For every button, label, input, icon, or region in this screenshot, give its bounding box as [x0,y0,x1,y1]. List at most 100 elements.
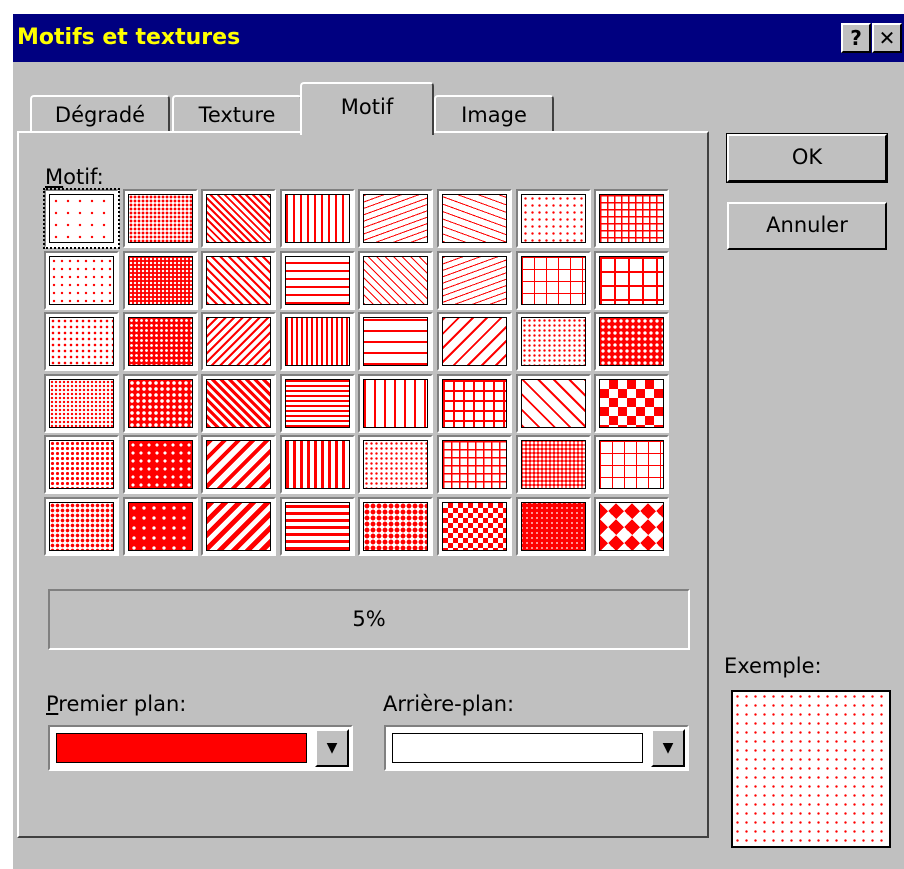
pattern-swatch[interactable] [201,373,277,433]
pattern-swatch[interactable] [44,497,119,556]
pattern-swatch[interactable] [358,435,434,495]
cancel-button[interactable]: Annuler [727,202,887,250]
help-button[interactable]: ? [841,23,871,53]
pattern-swatch-fill [599,440,665,490]
pattern-swatch-fill [284,378,350,428]
pattern-swatch[interactable] [122,497,198,556]
pattern-swatch[interactable] [594,435,670,495]
pattern-swatch[interactable] [437,435,512,495]
pattern-swatch-fill [284,194,350,243]
pattern-swatch-fill [284,502,350,551]
chevron-down-icon[interactable]: ▼ [651,729,685,767]
pattern-swatch[interactable] [594,312,670,372]
pattern-swatch-fill [599,194,665,243]
pattern-swatch[interactable] [279,250,355,310]
pattern-swatch[interactable] [122,435,198,495]
pattern-swatch[interactable] [594,250,670,310]
pattern-swatch-fill [599,378,665,428]
pattern-swatch[interactable] [594,497,670,556]
pattern-swatch[interactable] [122,312,198,372]
pattern-swatch[interactable] [437,189,512,248]
pattern-swatch[interactable] [279,435,355,495]
pattern-swatch[interactable] [515,373,591,433]
pattern-swatch-fill [206,440,272,490]
tab-degrade-label: Dégradé [54,103,146,127]
pattern-swatch-fill [49,502,114,551]
tab-image[interactable]: Image [434,95,554,133]
pattern-swatch-fill [442,255,507,305]
tab-texture-label: Texture [198,103,276,127]
pattern-swatch[interactable] [515,312,591,372]
pattern-swatch-fill [520,502,586,551]
example-preview [731,690,891,848]
pattern-swatch[interactable] [358,497,434,556]
pattern-swatch[interactable] [515,497,591,556]
pattern-swatch[interactable] [201,497,277,556]
pattern-swatch[interactable] [122,250,198,310]
pattern-swatch-fill [49,440,114,490]
pattern-swatch[interactable] [358,189,434,248]
pattern-swatch[interactable] [43,188,120,249]
pattern-swatch[interactable] [201,189,277,248]
close-icon: ✕ [878,26,896,50]
pattern-swatch-fill [206,378,272,428]
pattern-swatch-fill [127,440,193,490]
pattern-swatch-fill [599,255,665,305]
pattern-swatch-fill [520,378,586,428]
background-color-select[interactable]: ▼ [384,725,689,771]
pattern-swatch[interactable] [358,312,434,372]
pattern-swatch-fill [599,502,665,551]
pattern-swatch[interactable] [594,189,670,248]
pattern-swatch-fill [49,255,114,305]
pattern-swatch-fill [127,317,193,367]
tab-motif[interactable]: Motif [300,82,434,135]
pattern-swatch[interactable] [201,435,277,495]
pattern-swatch[interactable] [515,435,591,495]
tab-degrade[interactable]: Dégradé [30,95,170,133]
close-button[interactable]: ✕ [872,23,902,53]
pattern-swatch[interactable] [437,373,512,433]
pattern-swatch[interactable] [201,312,277,372]
pattern-swatch[interactable] [44,250,119,310]
pattern-swatch[interactable] [515,250,591,310]
pattern-swatch-fill [363,194,429,243]
pattern-swatch[interactable] [201,250,277,310]
pattern-swatch-fill [127,502,193,551]
pattern-name-display: 5% [48,589,690,650]
pattern-swatch[interactable] [44,435,119,495]
pattern-swatch-fill [442,502,507,551]
pattern-swatch[interactable] [44,312,119,372]
pattern-swatch-fill [206,194,272,243]
pattern-swatch[interactable] [122,189,198,248]
pattern-swatch[interactable] [437,312,512,372]
tab-image-label: Image [461,103,527,127]
pattern-swatch-fill [520,440,586,490]
pattern-swatch[interactable] [358,373,434,433]
pattern-swatch-fill [442,440,507,490]
pattern-swatch-fill [363,317,429,367]
pattern-swatch[interactable] [358,250,434,310]
pattern-swatch-fill [206,317,272,367]
pattern-swatch[interactable] [279,497,355,556]
pattern-swatch[interactable] [44,373,119,433]
foreground-color-select[interactable]: ▼ [48,725,353,771]
pattern-swatch[interactable] [279,189,355,248]
pattern-swatch[interactable] [279,373,355,433]
tab-texture[interactable]: Texture [172,95,302,133]
pattern-swatch[interactable] [515,189,591,248]
ok-button[interactable]: OK [726,133,888,183]
pattern-swatch[interactable] [279,312,355,372]
pattern-swatch-fill [520,194,586,243]
pattern-swatch-fill [363,378,429,428]
pattern-swatch-fill [49,194,114,243]
pattern-swatch[interactable] [437,250,512,310]
pattern-swatch[interactable] [594,373,670,433]
pattern-swatch-fill [284,255,350,305]
chevron-down-icon[interactable]: ▼ [315,729,349,767]
pattern-swatch[interactable] [437,497,512,556]
pattern-swatch-fill [442,317,507,367]
pattern-swatch-fill [520,317,586,367]
pattern-swatch-fill [363,255,429,305]
pattern-swatch-fill [284,317,350,367]
pattern-swatch[interactable] [122,373,198,433]
